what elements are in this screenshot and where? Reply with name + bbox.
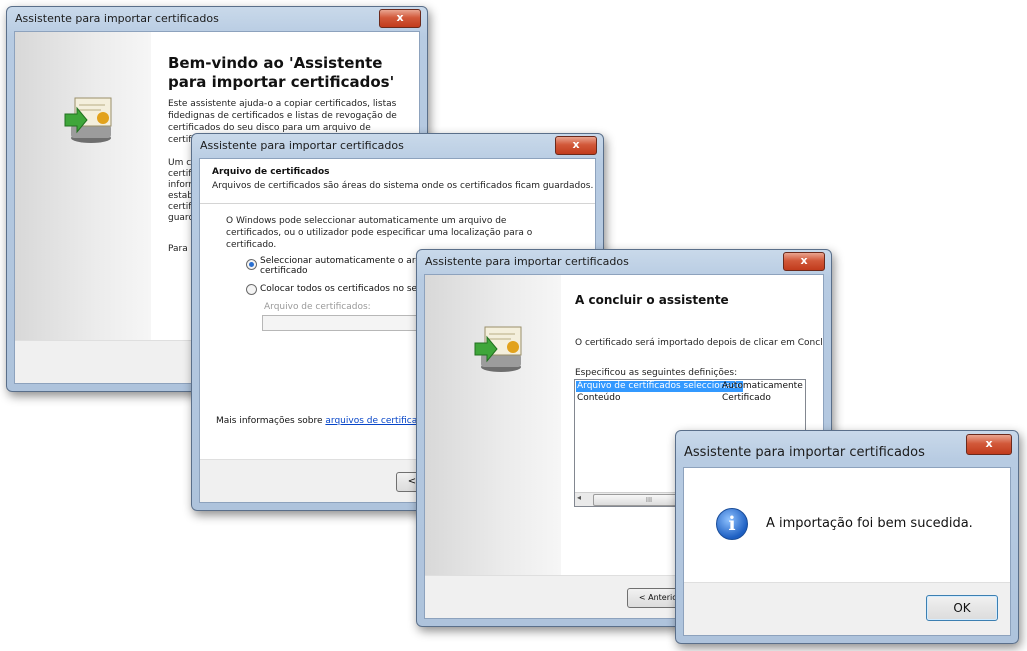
title-bar[interactable]: Assistente para importar certificados x — [676, 431, 1018, 467]
settings-row[interactable]: Arquivo de certificados seleccionado Aut… — [576, 381, 805, 392]
radio-button-selected[interactable] — [246, 259, 257, 270]
section-title: Arquivo de certificados — [212, 167, 330, 177]
dialog-footer: OK — [684, 582, 1010, 635]
certificate-import-icon — [474, 326, 522, 372]
wizard-header: Arquivo de certificados Arquivos de cert… — [200, 159, 595, 204]
import-success-dialog: Assistente para importar certificados x … — [675, 430, 1019, 644]
store-field-label: Arquivo de certificados: — [264, 302, 371, 312]
info-icon: i — [716, 508, 748, 540]
store-selection-text: O Windows pode seleccionar automaticamen… — [226, 216, 533, 250]
title-bar[interactable]: Assistente para importar certificados x — [7, 7, 427, 31]
wizard-heading: Bem-vindo ao 'Assistente para importar c… — [168, 54, 395, 91]
settings-label: Especificou as seguintes definições: — [575, 368, 738, 378]
more-info-prefix: Mais informações sobre — [216, 416, 323, 426]
close-button[interactable]: x — [379, 9, 421, 28]
settings-value: Certificado — [722, 393, 771, 403]
window-title: Assistente para importar certificados — [425, 255, 629, 268]
section-description: Arquivos de certificados são áreas do si… — [212, 181, 594, 191]
settings-name: Arquivo de certificados seleccionado — [576, 381, 744, 392]
settings-name: Conteúdo — [577, 393, 621, 403]
window-title: Assistente para importar certificados — [200, 139, 404, 152]
settings-value: Automaticamente s — [722, 381, 806, 391]
window-title: Assistente para importar certificados — [15, 12, 219, 25]
close-button[interactable]: x — [555, 136, 597, 155]
settings-row[interactable]: Conteúdo Certificado — [577, 393, 805, 404]
dialog-title: Assistente para importar certificados — [684, 445, 925, 460]
ok-button[interactable]: OK — [926, 595, 998, 621]
scroll-left-arrow[interactable]: ◂ — [577, 493, 581, 502]
wizard-heading: A concluir o assistente — [575, 293, 729, 307]
close-button[interactable]: x — [966, 434, 1012, 455]
title-bar[interactable]: Assistente para importar certificados x — [192, 134, 603, 158]
certificate-import-icon — [64, 97, 112, 143]
dialog-message: A importação foi bem sucedida. — [766, 516, 973, 531]
radio-button[interactable] — [246, 284, 257, 295]
title-bar[interactable]: Assistente para importar certificados x — [417, 250, 831, 274]
wizard-finish-description: O certificado será importado depois de c… — [575, 338, 824, 348]
more-info-line: Mais informações sobre arquivos de certi… — [216, 416, 433, 426]
wizard-side-panel — [15, 32, 151, 341]
dialog-client-area: i A importação foi bem sucedida. OK — [683, 467, 1011, 636]
close-button[interactable]: x — [783, 252, 825, 271]
